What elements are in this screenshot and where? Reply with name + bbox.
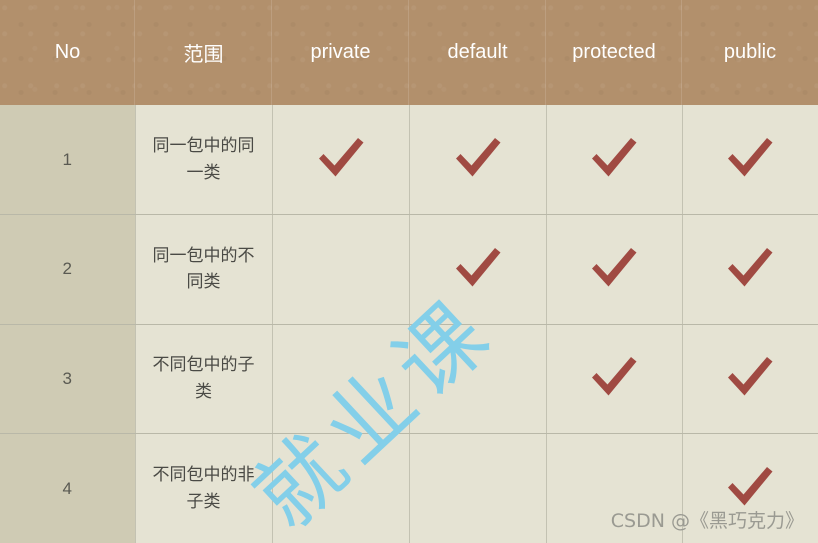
check-mark-empty: [586, 460, 642, 512]
scope-label: 不同包中的非子类: [152, 465, 255, 511]
column-header-public: public: [682, 0, 818, 105]
cell-scope: 同一包中的不同类: [135, 214, 273, 325]
cell-protected: [546, 324, 683, 434]
access-modifier-table: No 范围 private default protected public 1…: [0, 0, 818, 543]
column-header-protected: protected: [546, 0, 682, 105]
cell-protected: [546, 214, 683, 325]
scope-label: 不同包中的子类: [152, 355, 255, 401]
check-mark-icon: [586, 241, 642, 293]
cell-private: [272, 324, 410, 434]
cell-default: [409, 214, 547, 325]
table-row: 4 不同包中的非子类: [0, 433, 818, 543]
check-mark-icon: [722, 131, 778, 183]
cell-no: 4: [0, 433, 136, 543]
table-header-row: No 范围 private default protected public: [0, 0, 818, 105]
check-mark-empty: [313, 350, 369, 402]
cell-public: [682, 324, 818, 434]
column-header-default: default: [409, 0, 546, 105]
cell-default: [409, 324, 547, 434]
table-row: 3 不同包中的子类: [0, 324, 818, 434]
check-mark-icon: [313, 131, 369, 183]
column-header-scope: 范围: [135, 0, 272, 105]
cell-private: [272, 214, 410, 325]
cell-private: [272, 433, 410, 543]
check-mark-icon: [722, 241, 778, 293]
cell-protected: [546, 433, 683, 543]
cell-protected: [546, 105, 683, 215]
scope-label: 同一包中的同一类: [152, 136, 255, 182]
table-header: No 范围 private default protected public: [0, 0, 818, 105]
cell-scope: 不同包中的子类: [135, 324, 273, 434]
cell-public: [682, 433, 818, 543]
table-row: 2 同一包中的不同类: [0, 214, 818, 325]
cell-no: 3: [0, 324, 136, 434]
cell-scope: 同一包中的同一类: [135, 105, 273, 215]
cell-private: [272, 105, 410, 215]
check-mark-empty: [313, 241, 369, 293]
table-body: 1 同一包中的同一类 2 同一包中的不同类 3 不同包中的子类 4 不同包中的非子类: [0, 105, 818, 543]
check-mark-icon: [450, 241, 506, 293]
scope-label: 同一包中的不同类: [152, 245, 255, 292]
column-header-private: private: [272, 0, 409, 105]
cell-public: [682, 214, 818, 325]
cell-no: 1: [0, 105, 136, 215]
check-mark-empty: [450, 350, 506, 402]
check-mark-empty: [450, 460, 506, 512]
check-mark-icon: [722, 460, 778, 512]
cell-default: [409, 105, 547, 215]
check-mark-icon: [722, 350, 778, 402]
cell-no: 2: [0, 214, 136, 325]
table-row: 1 同一包中的同一类: [0, 105, 818, 215]
check-mark-icon: [586, 131, 642, 183]
cell-public: [682, 105, 818, 215]
check-mark-empty: [313, 460, 369, 512]
check-mark-icon: [450, 131, 506, 183]
access-modifier-table-page: No 范围 private default protected public 1…: [0, 0, 818, 543]
cell-scope: 不同包中的非子类: [135, 433, 273, 543]
cell-default: [409, 433, 547, 543]
check-mark-icon: [586, 350, 642, 402]
column-header-no: No: [0, 0, 135, 105]
